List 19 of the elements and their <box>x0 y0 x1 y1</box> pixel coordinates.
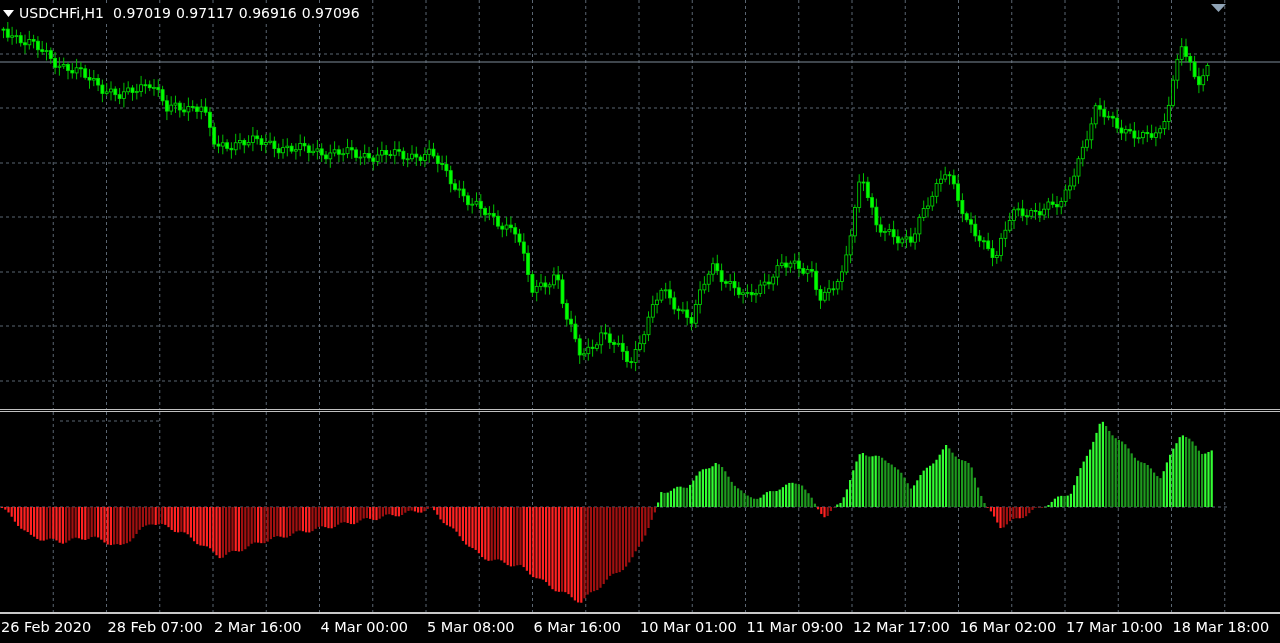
time-axis-label: 26 Feb 2020 <box>0 618 93 637</box>
time-axis-label: 4 Mar 00:00 <box>319 618 410 637</box>
high-price: 0.97117 <box>175 5 234 22</box>
time-axis-label: 17 Mar 10:00 <box>1065 618 1164 637</box>
time-axis-label: 16 Mar 02:00 <box>958 618 1058 637</box>
low-price: 0.96916 <box>238 5 297 22</box>
time-axis-label: 5 Mar 08:00 <box>426 618 516 637</box>
time-axis-label: 11 Mar 09:00 <box>745 618 845 637</box>
time-axis-label: 6 Mar 16:00 <box>532 618 623 637</box>
time-axis-label: 28 Feb 07:00 <box>106 618 204 637</box>
symbol-timeframe-label: USDCHFi,H1 <box>19 5 105 22</box>
dropdown-triangle-icon[interactable] <box>3 10 14 17</box>
open-price: 0.97019 <box>113 5 171 22</box>
time-axis-label: 12 Mar 17:00 <box>852 618 951 637</box>
time-axis-label: 10 Mar 01:00 <box>639 618 738 637</box>
time-axis-label: 2 Mar 16:00 <box>213 618 303 637</box>
time-axis-label: 18 Mar 18:00 <box>1171 618 1271 637</box>
shift-marker-icon[interactable] <box>1211 4 1226 12</box>
close-price: 0.97096 <box>301 5 360 22</box>
